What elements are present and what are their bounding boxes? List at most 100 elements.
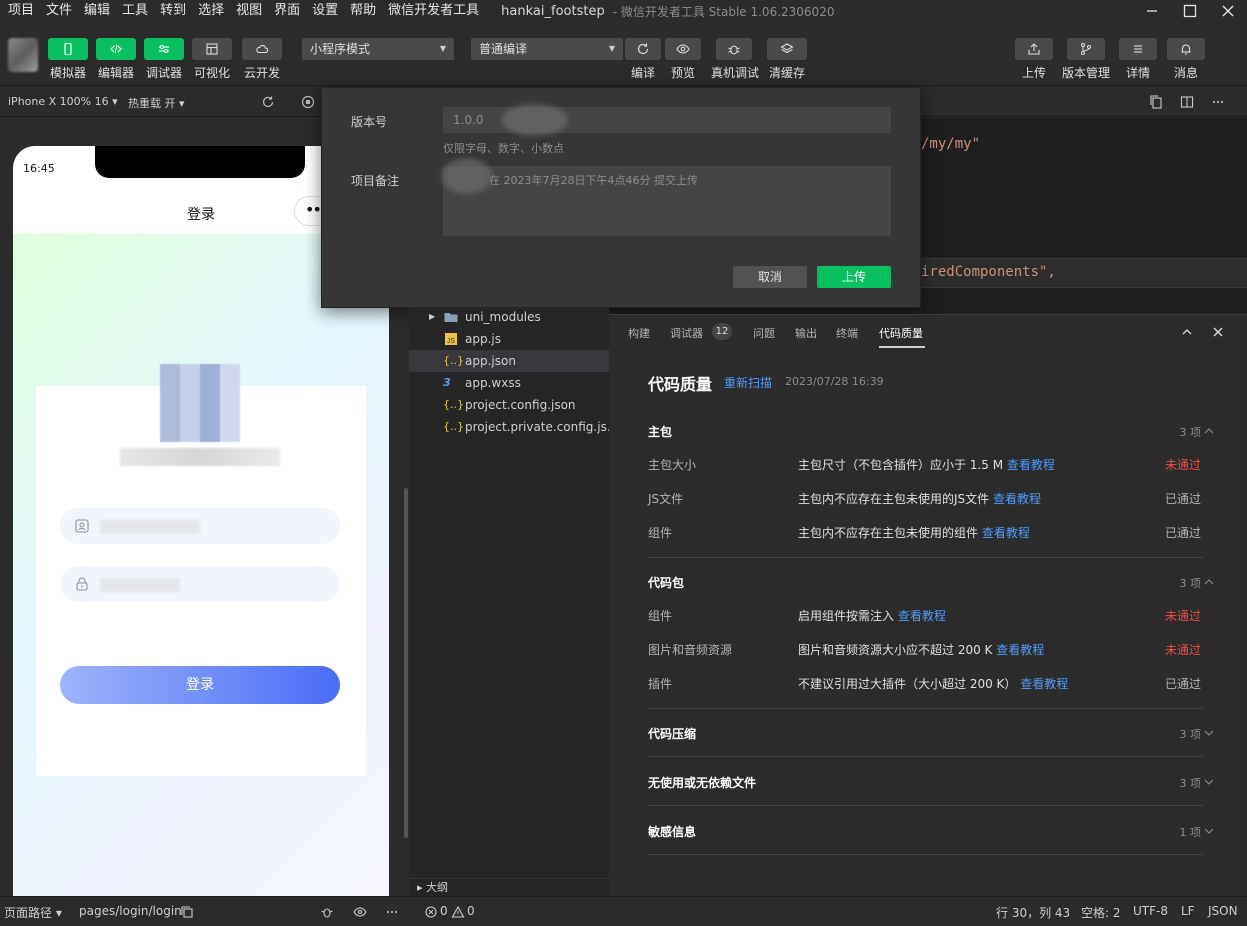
real-device-debug-button[interactable] — [716, 38, 752, 60]
section-title-code-compression[interactable]: 代码压缩 — [648, 725, 696, 742]
user-avatar[interactable] — [8, 38, 38, 72]
simulator-toggle-button[interactable] — [48, 38, 88, 60]
version-management-button[interactable] — [1067, 38, 1105, 60]
note-textarea[interactable]: 在 2023年7月28日下午4点46分 提交上传 — [443, 166, 891, 236]
compile-mode-select[interactable]: 普通编译 ▼ — [471, 38, 623, 60]
menu-goto[interactable]: 转到 — [154, 0, 192, 22]
version-hint: 仅限字母、数字、小数点 — [443, 142, 564, 155]
chevron-up-icon[interactable] — [1180, 325, 1194, 339]
chevron-up-icon[interactable] — [1203, 576, 1215, 588]
chevron-down-icon[interactable] — [1203, 776, 1215, 788]
menu-select[interactable]: 选择 — [192, 0, 230, 22]
menu-view[interactable]: 视图 — [230, 0, 268, 22]
copy-icon[interactable] — [180, 905, 194, 919]
code-quality-title: 代码质量 — [648, 375, 713, 394]
tab-code-quality[interactable]: 代码质量 — [879, 325, 923, 341]
login-button[interactable]: 登录 — [60, 666, 340, 704]
tutorial-link[interactable]: 查看教程 — [898, 609, 946, 623]
warning-icon[interactable] — [451, 905, 465, 919]
tree-item-project-private-config[interactable]: {..} project.private.config.js... — [409, 416, 618, 438]
chevron-up-icon[interactable] — [1203, 425, 1215, 437]
menu-help[interactable]: 帮助 — [344, 0, 382, 22]
cancel-button[interactable]: 取消 — [733, 266, 807, 288]
phone-icon — [64, 42, 72, 56]
section-title-code-package[interactable]: 代码包 — [648, 574, 684, 591]
rescan-link[interactable]: 重新扫描 — [724, 374, 772, 391]
tutorial-link[interactable]: 查看教程 — [1020, 677, 1068, 691]
maximize-button[interactable] — [1171, 0, 1209, 22]
device-select[interactable]: iPhone X 100% 16 ▾ — [8, 95, 118, 108]
editor-tab-bar — [921, 87, 1247, 117]
simulator-scrollbar[interactable] — [404, 488, 408, 838]
section-title-unused-files[interactable]: 无使用或无依赖文件 — [648, 774, 756, 791]
close-window-button[interactable] — [1209, 0, 1247, 22]
more-icon[interactable] — [1211, 95, 1225, 109]
clear-cache-button[interactable] — [767, 38, 807, 60]
close-icon[interactable] — [1211, 325, 1225, 339]
indentation[interactable]: 空格: 2 — [1081, 904, 1121, 921]
page-path-select[interactable]: 页面路径 ▾ — [4, 904, 62, 921]
warning-count: 0 — [467, 904, 475, 918]
menu-project[interactable]: 项目 — [0, 0, 40, 22]
username-input[interactable] — [60, 508, 340, 544]
tutorial-link[interactable]: 查看教程 — [993, 492, 1041, 506]
refresh-icon[interactable] — [261, 95, 275, 109]
line-ending[interactable]: LF — [1181, 904, 1195, 918]
chevron-down-icon[interactable] — [1203, 825, 1215, 837]
section-title-main-package[interactable]: 主包 — [648, 423, 672, 440]
tutorial-link[interactable]: 查看教程 — [996, 643, 1044, 657]
tab-output[interactable]: 输出 — [795, 325, 817, 341]
more-icon[interactable] — [385, 905, 399, 919]
language-mode[interactable]: JSON — [1208, 904, 1238, 918]
minimize-button[interactable] — [1133, 0, 1171, 22]
outline-section[interactable]: ▸ 大纲 — [409, 878, 609, 896]
tutorial-link[interactable]: 查看教程 — [1007, 458, 1055, 472]
upload-icon — [1028, 43, 1040, 55]
tab-build[interactable]: 构建 — [628, 325, 650, 341]
tree-item-app-json[interactable]: {..} app.json — [409, 350, 609, 372]
messages-button[interactable] — [1167, 38, 1205, 60]
section-title-sensitive-info[interactable]: 敏感信息 — [648, 823, 696, 840]
compile-label: 编译 — [630, 66, 656, 80]
visual-toggle-button[interactable] — [192, 38, 232, 60]
menu-edit[interactable]: 编辑 — [78, 0, 116, 22]
upload-button[interactable] — [1015, 38, 1053, 60]
split-editor-icon[interactable] — [1180, 95, 1194, 109]
file-encoding[interactable]: UTF-8 — [1133, 904, 1168, 918]
stop-icon[interactable] — [301, 95, 315, 109]
check-description: 主包内不应存在主包未使用的JS文件 查看教程 — [798, 492, 1042, 506]
menu-tools[interactable]: 工具 — [116, 0, 154, 22]
editor-toggle-button[interactable] — [96, 38, 136, 60]
cloud-dev-button[interactable] — [242, 38, 282, 60]
tutorial-link[interactable]: 查看教程 — [982, 526, 1030, 540]
confirm-upload-button[interactable]: 上传 — [817, 266, 891, 288]
real-device-debug-label: 真机调试 — [710, 66, 760, 80]
mode-select[interactable]: 小程序模式 ▼ — [302, 38, 454, 60]
branch-icon — [1081, 43, 1091, 55]
copy-file-icon[interactable] — [1149, 95, 1163, 109]
chevron-down-icon[interactable] — [1203, 727, 1215, 739]
menu-file[interactable]: 文件 — [40, 0, 78, 22]
tree-item-project-config[interactable]: {..} project.config.json — [409, 394, 609, 416]
eye-icon[interactable] — [353, 905, 367, 919]
hot-reload-select[interactable]: 热重载 开 ▾ — [128, 95, 185, 111]
clear-cache-label: 清缓存 — [768, 66, 806, 80]
cursor-position[interactable]: 行 30，列 43 — [996, 904, 1070, 921]
tree-item-app-wxss[interactable]: 3 app.wxss — [409, 372, 609, 394]
details-button[interactable] — [1119, 38, 1157, 60]
menu-settings[interactable]: 设置 — [306, 0, 344, 22]
simulator-label: 模拟器 — [49, 66, 87, 80]
menu-interface[interactable]: 界面 — [268, 0, 306, 22]
tab-debugger[interactable]: 调试器 — [670, 325, 703, 341]
menu-wechat-devtools[interactable]: 微信开发者工具 — [382, 0, 485, 22]
tab-terminal[interactable]: 终端 — [836, 325, 858, 341]
password-input[interactable] — [60, 566, 340, 602]
tree-item-uni-modules[interactable]: ▶ uni_modules — [409, 306, 609, 328]
tree-item-app-js[interactable]: JS app.js — [409, 328, 609, 350]
preview-button[interactable] — [665, 38, 701, 60]
tab-problems[interactable]: 问题 — [753, 325, 775, 341]
compile-button[interactable] — [625, 38, 661, 60]
bug-icon[interactable] — [320, 905, 334, 919]
debugger-toggle-button[interactable] — [144, 38, 184, 60]
error-icon[interactable] — [424, 905, 438, 919]
